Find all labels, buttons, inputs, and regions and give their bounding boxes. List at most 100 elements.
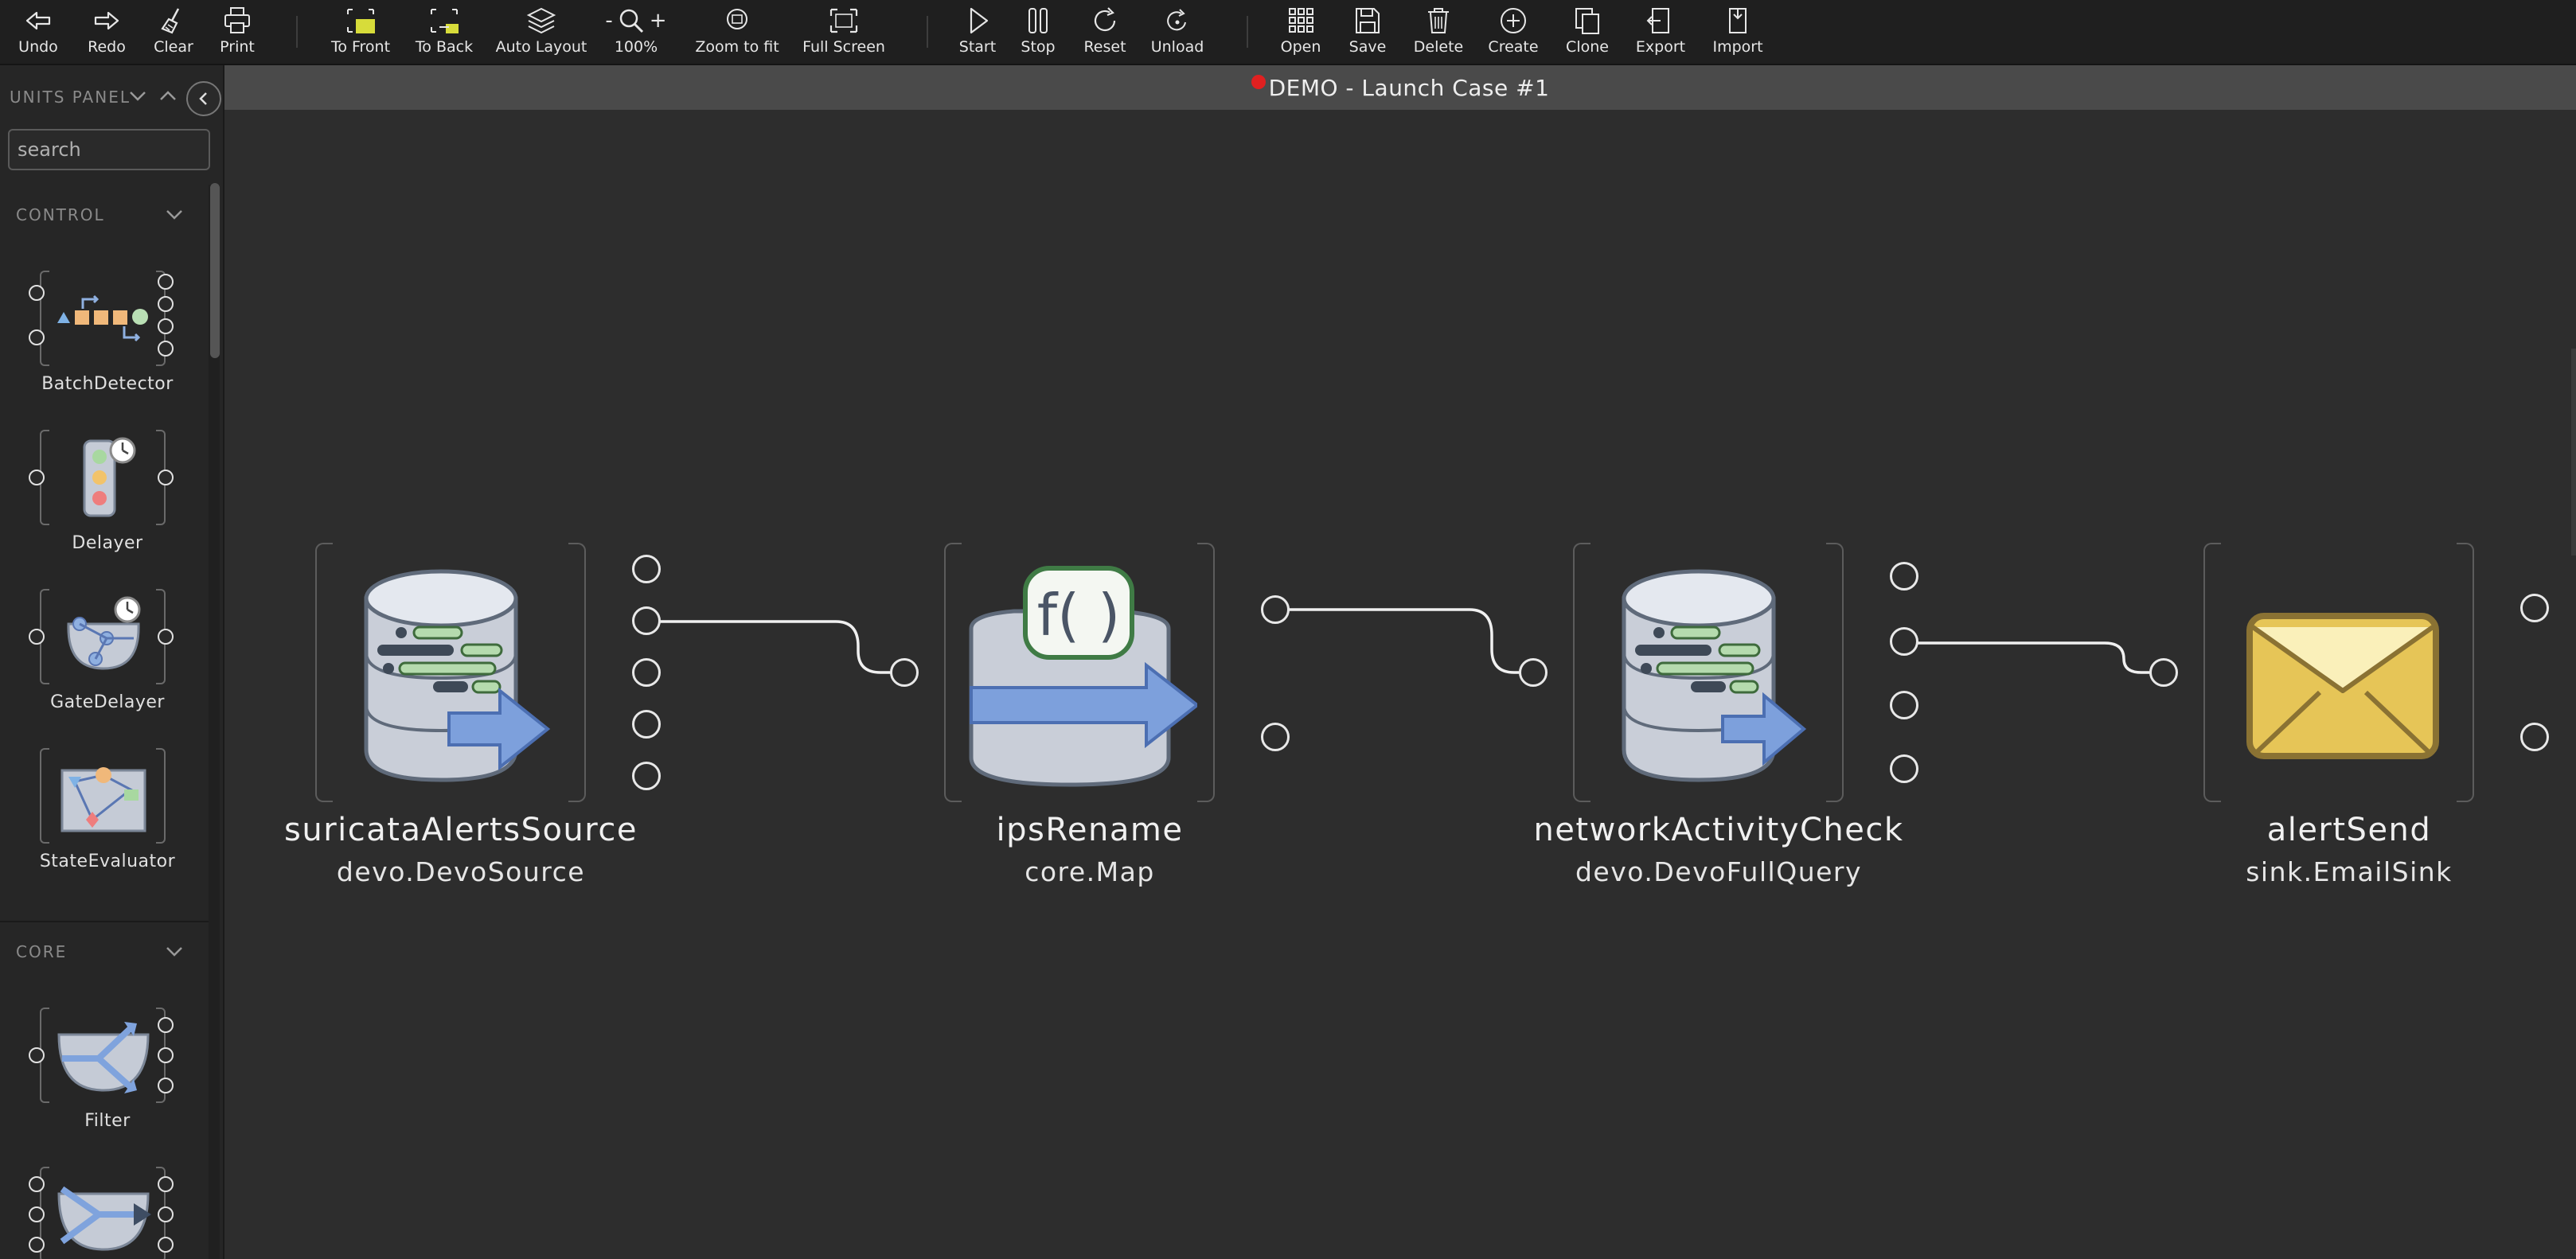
- input-port[interactable]: [29, 470, 45, 485]
- output-port[interactable]: [158, 1078, 174, 1093]
- chevron-up-icon[interactable]: [156, 84, 180, 108]
- create-button[interactable]: Create: [1487, 6, 1540, 59]
- create-label: Create: [1488, 38, 1539, 56]
- flow-node-suricata-alerts-source[interactable]: suricataAlertsSource devo.DevoSource: [266, 543, 661, 893]
- undo-label: Undo: [18, 38, 58, 56]
- flow-title[interactable]: DEMO - Launch Case #1: [1269, 75, 1550, 101]
- zoom-fit-icon: [727, 9, 747, 29]
- output-port[interactable]: [158, 296, 174, 312]
- unit-delayer[interactable]: Delayer: [16, 430, 199, 565]
- chevron-down-icon[interactable]: [164, 207, 185, 223]
- delete-button[interactable]: Delete: [1412, 6, 1465, 59]
- toolbar-divider: [1247, 16, 1248, 48]
- input-port[interactable]: [2149, 658, 2178, 687]
- sidebar-scroll-thumb[interactable]: [210, 183, 220, 358]
- output-port[interactable]: [158, 274, 174, 290]
- collapse-panel-button[interactable]: [186, 81, 221, 116]
- unit-label: Delayer: [72, 533, 143, 553]
- redo-icon: [94, 11, 119, 30]
- to-front-button[interactable]: To Front: [326, 6, 395, 59]
- unload-button[interactable]: Unload: [1151, 6, 1204, 59]
- import-icon: [1729, 8, 1747, 33]
- unload-icon: [1167, 9, 1186, 31]
- input-port[interactable]: [29, 285, 45, 301]
- units-panel: UNITS PANEL CONTROL: [0, 65, 224, 1259]
- input-port[interactable]: [1519, 658, 1548, 687]
- clear-button[interactable]: Clear: [151, 6, 196, 59]
- print-button[interactable]: Print: [215, 6, 260, 59]
- output-port[interactable]: [632, 606, 661, 635]
- unit-batch-detector[interactable]: BatchDetector: [16, 271, 199, 406]
- clear-label: Clear: [154, 38, 193, 56]
- zoom-to-fit-button[interactable]: Zoom to fit: [695, 6, 779, 59]
- envelope-icon: [2246, 613, 2439, 759]
- output-port[interactable]: [158, 1017, 174, 1033]
- output-port[interactable]: [158, 318, 174, 334]
- full-screen-button[interactable]: Full Screen: [802, 6, 885, 59]
- database-source-icon: [364, 569, 551, 782]
- undo-button[interactable]: Undo: [16, 6, 60, 59]
- chevron-down-icon[interactable]: [126, 84, 150, 108]
- export-icon: [1646, 8, 1669, 33]
- output-port[interactable]: [158, 629, 174, 645]
- output-port[interactable]: [1890, 627, 1918, 656]
- output-port[interactable]: [158, 1237, 174, 1253]
- output-port[interactable]: [158, 1206, 174, 1222]
- map-function-icon: f( ): [969, 566, 1197, 787]
- output-port[interactable]: [1261, 595, 1290, 624]
- output-port[interactable]: [158, 1047, 174, 1063]
- print-label: Print: [220, 38, 255, 56]
- output-port[interactable]: [158, 1176, 174, 1192]
- output-port[interactable]: [158, 470, 174, 485]
- stop-button[interactable]: Stop: [1016, 6, 1060, 59]
- unit-label: BatchDetector: [41, 374, 174, 394]
- flow-node-network-activity-check[interactable]: networkActivityCheck devo.DevoFullQuery: [1519, 543, 1918, 893]
- flow-title-bar: DEMO - Launch Case #1: [224, 65, 2576, 110]
- output-port[interactable]: [632, 658, 661, 687]
- import-button[interactable]: Import: [1711, 6, 1764, 59]
- flow-node-alert-send[interactable]: alertSend sink.EmailSink: [2149, 543, 2549, 893]
- unit-state-evaluator[interactable]: StateEvaluator: [16, 748, 199, 883]
- full-screen-icon: [829, 8, 858, 33]
- grid-icon: [1289, 8, 1313, 33]
- input-port[interactable]: [29, 329, 45, 345]
- zoom-in-button[interactable]: +: [650, 9, 667, 33]
- input-port[interactable]: [29, 629, 45, 645]
- chevron-down-icon[interactable]: [164, 944, 185, 960]
- output-port[interactable]: [2520, 594, 2549, 622]
- canvas-scrollbar[interactable]: [2571, 349, 2576, 555]
- input-port[interactable]: [29, 1176, 45, 1192]
- zoom-out-button[interactable]: -: [605, 9, 612, 33]
- output-port[interactable]: [1890, 691, 1918, 719]
- output-port[interactable]: [632, 555, 661, 583]
- output-port[interactable]: [1890, 754, 1918, 783]
- open-button[interactable]: Open: [1278, 6, 1323, 59]
- output-port[interactable]: [1261, 723, 1290, 751]
- output-port[interactable]: [1890, 562, 1918, 591]
- save-button[interactable]: Save: [1345, 6, 1390, 59]
- export-button[interactable]: Export: [1635, 6, 1686, 59]
- input-port[interactable]: [29, 1047, 45, 1063]
- output-port[interactable]: [632, 710, 661, 739]
- output-port[interactable]: [632, 762, 661, 790]
- clone-button[interactable]: Clone: [1563, 6, 1611, 59]
- unit-gate-delayer[interactable]: GateDelayer: [16, 589, 199, 724]
- input-port[interactable]: [29, 1206, 45, 1222]
- redo-button[interactable]: Redo: [84, 6, 129, 59]
- reset-button[interactable]: Reset: [1081, 6, 1129, 59]
- flow-node-ips-rename[interactable]: f( ) ipsRename core.Map: [890, 543, 1290, 893]
- toolbar: Undo Redo Clear Print To Front To Back A…: [0, 0, 2576, 65]
- output-port[interactable]: [2520, 723, 2549, 751]
- input-port[interactable]: [890, 658, 919, 687]
- output-port[interactable]: [158, 341, 174, 357]
- gate-delayer-icon: [67, 596, 141, 670]
- auto-layout-button[interactable]: Auto Layout: [495, 6, 587, 59]
- unit-search-input[interactable]: [8, 129, 210, 170]
- start-button[interactable]: Start: [955, 6, 1000, 59]
- open-label: Open: [1280, 38, 1321, 56]
- unit-merge[interactable]: [16, 1167, 199, 1259]
- input-port[interactable]: [29, 1237, 45, 1253]
- start-label: Start: [958, 38, 997, 56]
- to-back-button[interactable]: To Back: [411, 6, 478, 59]
- unit-filter[interactable]: Filter: [16, 1008, 199, 1143]
